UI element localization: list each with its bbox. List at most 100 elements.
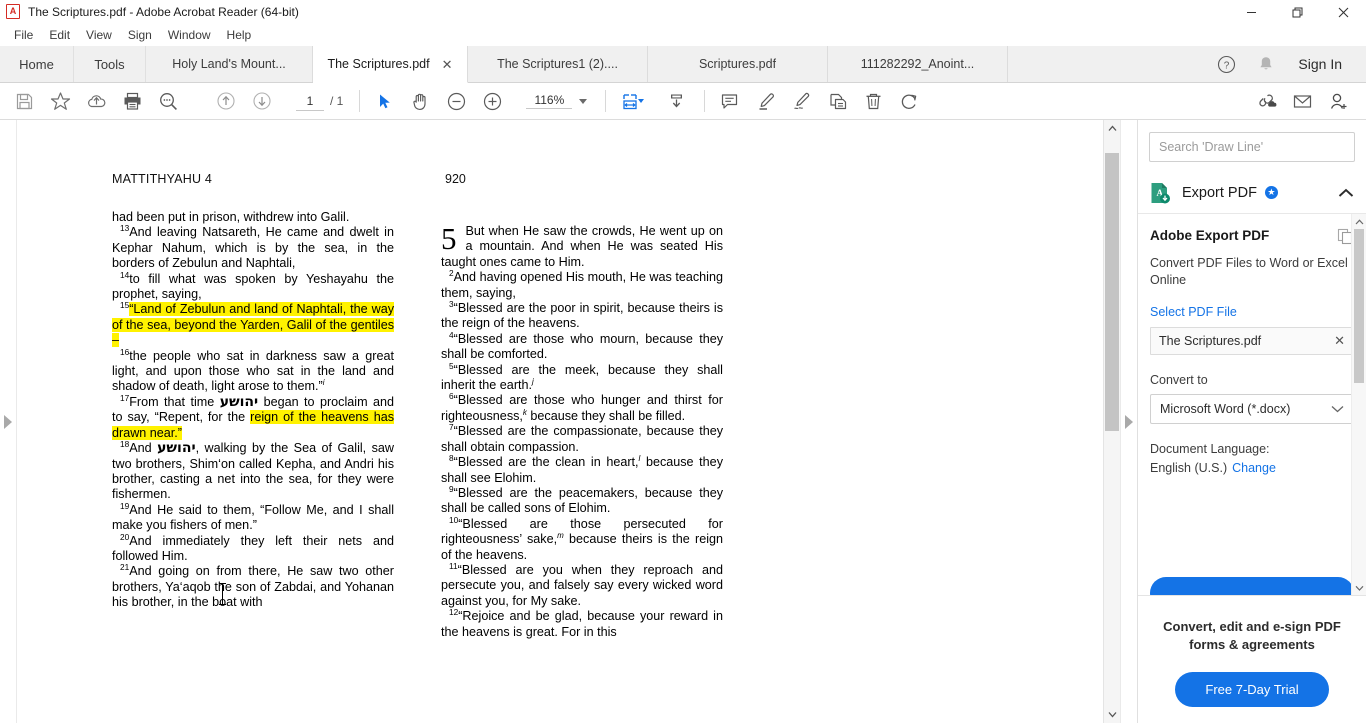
page-columns: had been put in prison, withdrew into Ga… [112, 210, 1063, 640]
convert-button[interactable] [1150, 577, 1354, 595]
scroll-up-arrow-icon[interactable] [1104, 120, 1120, 137]
panel-scroll-down-icon[interactable] [1352, 580, 1366, 595]
help-circle-icon[interactable]: ? [1206, 46, 1246, 82]
tab-scriptures-pdf[interactable]: Scriptures.pdf [648, 46, 828, 82]
cursor-arrow-icon[interactable] [366, 86, 402, 116]
export-pdf-panel-header[interactable]: A Export PDF ★ [1138, 172, 1366, 214]
search-input[interactable] [1149, 132, 1355, 162]
change-language-link[interactable]: Change [1232, 461, 1276, 475]
verse-text: “Rejoice and be glad, because your rewar… [441, 609, 723, 639]
tab-label: Holy Land's Mount... [172, 57, 286, 71]
convert-to-select[interactable]: Microsoft Word (*.docx) [1150, 394, 1354, 424]
tab-home[interactable]: Home [0, 46, 74, 82]
panel-scrollbar-thumb[interactable] [1354, 229, 1364, 383]
arrow-up-circle-icon[interactable] [208, 86, 244, 116]
highlighter-icon[interactable] [747, 86, 783, 116]
verse-text: But when He saw the crowds, He went up o… [441, 224, 723, 269]
tab-label: Scriptures.pdf [698, 57, 777, 71]
selected-file-chip[interactable]: The Scriptures.pdf ✕ [1150, 327, 1354, 355]
link-cloud-icon[interactable] [1248, 86, 1284, 116]
menu-help[interactable]: Help [219, 26, 260, 44]
verse-number: 18 [120, 439, 130, 450]
select-pdf-file-link[interactable]: Select PDF File [1150, 305, 1354, 319]
left-panel-toggle[interactable] [0, 120, 17, 723]
export-pdf-panel-body: Adobe Export PDF Convert PDF Files to Wo… [1138, 214, 1366, 595]
save-floppy-icon[interactable] [6, 86, 42, 116]
fit-page-dropdown[interactable] [638, 99, 645, 103]
document-left-column: had been put in prison, withdrew into Ga… [112, 210, 395, 640]
document-language-value: English (U.S.) [1150, 461, 1228, 475]
tab-tools[interactable]: Tools [74, 46, 146, 82]
verse-7: 7“Blessed are the compassionate, because… [441, 423, 723, 455]
verse-20: 20And immediately they left their nets a… [112, 532, 394, 565]
document-scrollbar[interactable] [1103, 120, 1120, 723]
comment-bubble-icon[interactable] [711, 86, 747, 116]
verse-12: 12“Rejoice and be glad, because your rew… [441, 608, 723, 640]
verse-number: 15 [120, 300, 130, 311]
close-button[interactable] [1320, 0, 1366, 24]
verse-number: 10 [449, 514, 459, 525]
verse-21: 21And going on from there, He saw two ot… [112, 563, 394, 610]
document-viewport[interactable]: MATTITHYAHU 4 920 had been put in prison… [17, 120, 1103, 723]
adobe-export-pdf-heading: Adobe Export PDF [1150, 228, 1270, 243]
panel-scroll-up-icon[interactable] [1352, 214, 1366, 229]
maximize-button[interactable] [1274, 0, 1320, 24]
stamp-icon[interactable] [819, 86, 855, 116]
chevron-right-icon [4, 414, 12, 429]
minimize-button[interactable] [1228, 0, 1274, 24]
verse-11: 11“Blessed are you when they reproach an… [441, 562, 723, 609]
sign-in-button[interactable]: Sign In [1286, 46, 1354, 82]
rotate-icon[interactable] [891, 86, 927, 116]
verse-text: And having opened His mouth, He was teac… [441, 270, 723, 300]
minus-circle-icon[interactable] [438, 86, 474, 116]
user-add-icon[interactable] [1320, 86, 1356, 116]
right-panel-toggle[interactable] [1120, 120, 1137, 723]
scrollbar-thumb[interactable] [1105, 153, 1119, 431]
panel-scrollbar-track[interactable] [1352, 229, 1366, 580]
verse-8: 8“Blessed are the clean in heart,l becau… [441, 454, 723, 486]
menu-window[interactable]: Window [160, 26, 219, 44]
verse-number: 16 [120, 346, 130, 357]
plus-circle-icon[interactable] [474, 86, 510, 116]
menu-bar: File Edit View Sign Window Help [0, 24, 1366, 46]
verse-17: 17From that time יהושע began to proclaim… [112, 394, 395, 441]
star-icon[interactable] [42, 86, 78, 116]
scroll-down-arrow-icon[interactable] [1104, 706, 1120, 723]
close-icon[interactable]: ✕ [442, 58, 453, 71]
trash-icon[interactable] [855, 86, 891, 116]
pen-draw-icon[interactable] [783, 86, 819, 116]
panel-scrollbar[interactable] [1351, 214, 1366, 595]
menu-view[interactable]: View [78, 26, 120, 44]
bell-icon[interactable] [1246, 46, 1286, 82]
tabbar-right-actions: ? Sign In [1206, 46, 1366, 82]
envelope-icon[interactable] [1284, 86, 1320, 116]
search-magnifier-icon[interactable] [150, 86, 186, 116]
tab-holy-lands-mount[interactable]: Holy Land's Mount... [146, 46, 313, 82]
close-x-icon[interactable]: ✕ [1334, 333, 1345, 349]
document-language-row: English (U.S.) Change [1150, 459, 1354, 478]
cloud-upload-icon[interactable] [78, 86, 114, 116]
arrow-down-circle-icon[interactable] [244, 86, 280, 116]
free-trial-button[interactable]: Free 7-Day Trial [1175, 672, 1329, 707]
chevron-up-icon[interactable] [1338, 188, 1354, 198]
tab-111282292-anoint[interactable]: 111282292_Anoint... [828, 46, 1008, 82]
tools-right-panel: A Export PDF ★ Adobe Export PDF [1137, 120, 1366, 723]
printer-icon[interactable] [114, 86, 150, 116]
zoom-level-value[interactable]: 116% [526, 93, 573, 109]
page-total-label: / 1 [330, 94, 344, 108]
tab-the-scriptures1-2[interactable]: The Scriptures1 (2).... [468, 46, 648, 82]
verse-text: And leaving Natsareth, He came and dwelt… [112, 225, 394, 271]
menu-edit[interactable]: Edit [41, 26, 78, 44]
tab-the-scriptures-pdf[interactable]: The Scriptures.pdf ✕ [313, 46, 468, 83]
window-title-bar: A The Scriptures.pdf - Adobe Acrobat Rea… [0, 0, 1366, 24]
chevron-down-icon[interactable] [579, 98, 588, 104]
document-tab-bar: Home Tools Holy Land's Mount... The Scri… [0, 46, 1366, 83]
scrollbar-track[interactable] [1104, 137, 1120, 706]
scroll-mode-icon[interactable] [658, 86, 694, 116]
page-number-input[interactable] [296, 91, 324, 111]
toolbar-divider-3 [704, 90, 706, 112]
menu-file[interactable]: File [6, 26, 41, 44]
verse-text: “Blessed are the compassionate, because … [441, 424, 723, 454]
hand-icon[interactable] [402, 86, 438, 116]
menu-sign[interactable]: Sign [120, 26, 160, 44]
